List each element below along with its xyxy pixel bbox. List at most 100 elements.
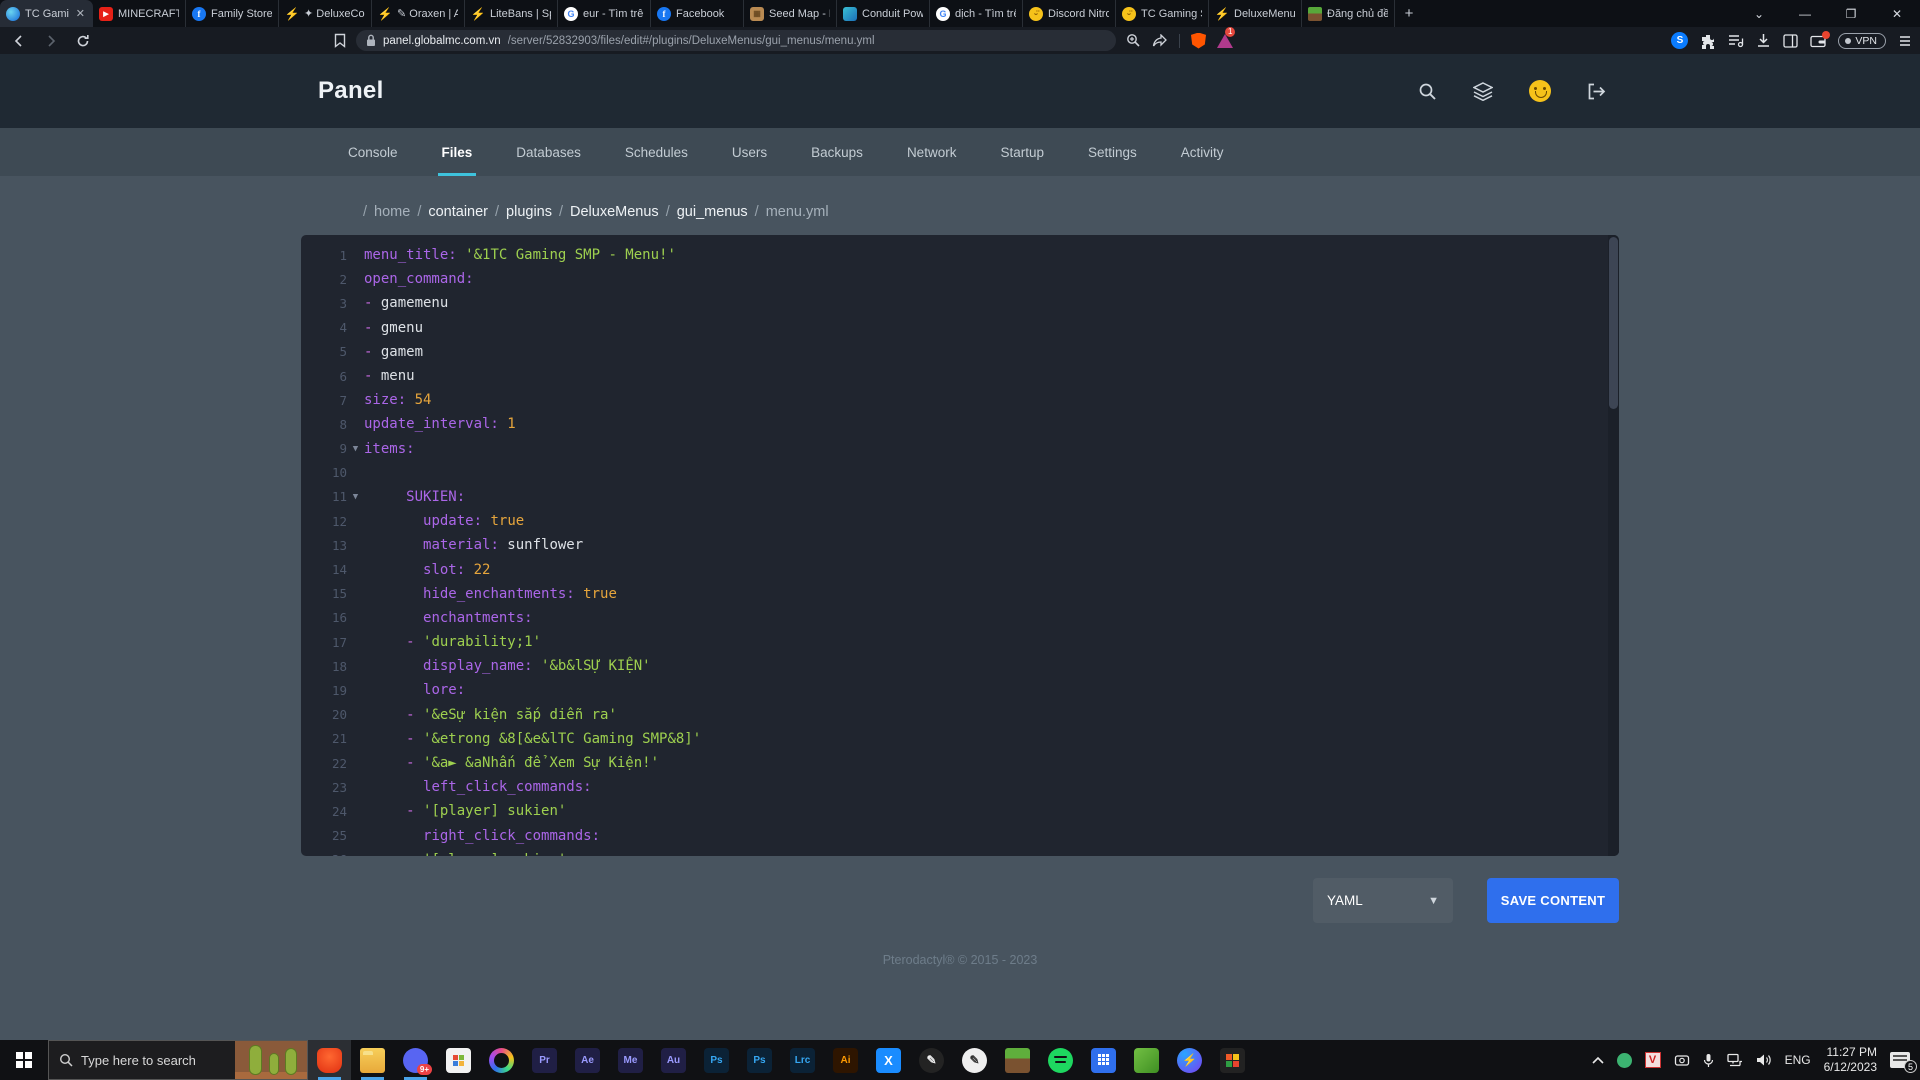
zoom-icon[interactable]	[1126, 33, 1141, 48]
nav-tab-databases[interactable]: Databases	[498, 128, 599, 176]
code-line-3[interactable]: 3 - gamemenu	[301, 291, 1619, 315]
taskbar-green-cube-app-icon[interactable]	[1125, 1040, 1168, 1080]
nav-tab-network[interactable]: Network	[889, 128, 975, 176]
taskbar-search[interactable]: Type here to search	[48, 1040, 308, 1080]
address-bar[interactable]: panel.globalmc.com.vn/server/52832903/fi…	[356, 30, 1116, 51]
tray-green-app-icon[interactable]	[1616, 1052, 1632, 1068]
panel-title[interactable]: Panel	[318, 77, 384, 105]
tray-microphone-icon[interactable]	[1703, 1053, 1714, 1068]
breadcrumb-home[interactable]: home	[374, 204, 410, 220]
nav-tab-backups[interactable]: Backups	[793, 128, 881, 176]
taskbar-file-explorer-icon[interactable]	[351, 1040, 394, 1080]
sidebar-icon[interactable]	[1783, 33, 1799, 48]
code-line-26[interactable]: 26 - '[player] sukien'	[301, 848, 1619, 856]
code-line-8[interactable]: 8 update_interval: 1	[301, 412, 1619, 436]
taskbar-photoshop-icon[interactable]: Ps	[695, 1040, 738, 1080]
tray-network-icon[interactable]	[1726, 1053, 1743, 1067]
nav-tab-files[interactable]: Files	[424, 128, 491, 176]
browser-tab[interactable]: ᵕ̈ TC Gaming Sh	[1116, 0, 1209, 27]
brave-shield-icon[interactable]	[1191, 32, 1206, 49]
maximize-button[interactable]: ❐	[1828, 0, 1874, 27]
taskbar-premiere-pro-icon[interactable]: Pr	[523, 1040, 566, 1080]
extensions-puzzle-icon[interactable]	[1700, 33, 1716, 49]
code-line-13[interactable]: 13 material: sunflower	[301, 533, 1619, 557]
nav-tab-console[interactable]: Console	[330, 128, 416, 176]
taskbar-pen-app-icon[interactable]: ✎	[953, 1040, 996, 1080]
nav-tab-schedules[interactable]: Schedules	[607, 128, 706, 176]
user-avatar[interactable]	[1529, 80, 1551, 102]
code-editor[interactable]: 1 menu_title: '&1TC Gaming SMP - Menu!' 2 o…	[301, 235, 1619, 856]
taskbar-dark-sketch-app-icon[interactable]: ✎	[910, 1040, 953, 1080]
taskbar-minecraft-launcher-icon[interactable]	[996, 1040, 1039, 1080]
fold-caret-icon[interactable]: ▼	[347, 492, 364, 502]
code-line-12[interactable]: 12 update: true	[301, 509, 1619, 533]
browser-tab[interactable]: TC Gamin ✕	[0, 0, 93, 27]
code-line-18[interactable]: 18 display_name: '&b&lSỰ KIỆN'	[301, 654, 1619, 678]
taskbar-messenger-icon[interactable]: ⚡	[1168, 1040, 1211, 1080]
back-icon[interactable]	[8, 34, 30, 48]
taskbar-photoshop-2-icon[interactable]: Ps	[738, 1040, 781, 1080]
browser-tab[interactable]: ᵕ̈ Discord Nitro	[1023, 0, 1116, 27]
scrollbar-thumb[interactable]	[1609, 237, 1618, 409]
taskbar-discord-icon[interactable]: 9+	[394, 1040, 437, 1080]
breadcrumb-plugins[interactable]: plugins	[506, 204, 552, 220]
notification-center-icon[interactable]: 5	[1890, 1052, 1917, 1073]
tray-speaker-icon[interactable]	[1756, 1053, 1772, 1067]
tray-screen-record-icon[interactable]	[1674, 1053, 1690, 1067]
forward-icon[interactable]	[40, 34, 62, 48]
breadcrumb-DeluxeMenus[interactable]: DeluxeMenus	[570, 204, 659, 220]
taskbar-spotify-icon[interactable]	[1039, 1040, 1082, 1080]
code-line-21[interactable]: 21 - '&etrong &8[&e&lTC Gaming SMP&8]'	[301, 727, 1619, 751]
breadcrumb-gui_menus[interactable]: gui_menus	[677, 204, 748, 220]
code-line-1[interactable]: 1 menu_title: '&1TC Gaming SMP - Menu!'	[301, 243, 1619, 267]
nav-tab-users[interactable]: Users	[714, 128, 785, 176]
code-line-23[interactable]: 23 left_click_commands:	[301, 775, 1619, 799]
browser-tab[interactable]: G dịch - Tìm trê	[930, 0, 1023, 27]
browser-tab[interactable]: G eur - Tìm trên	[558, 0, 651, 27]
code-line-16[interactable]: 16 enchantments:	[301, 606, 1619, 630]
server-list-layers-icon[interactable]	[1473, 81, 1493, 101]
code-line-24[interactable]: 24 - '[player] sukien'	[301, 799, 1619, 823]
tray-clock[interactable]: 11:27 PM 6/12/2023	[1824, 1045, 1877, 1075]
code-line-15[interactable]: 15 hide_enchantments: true	[301, 582, 1619, 606]
breadcrumb-container[interactable]: container	[428, 204, 488, 220]
taskbar-x-blue-app-icon[interactable]: X	[867, 1040, 910, 1080]
share-icon[interactable]	[1152, 33, 1168, 48]
tray-language-label[interactable]: ENG	[1785, 1053, 1811, 1067]
downloads-icon[interactable]	[1756, 33, 1771, 48]
taskbar-audition-icon[interactable]: Au	[652, 1040, 695, 1080]
taskbar-illustrator-icon[interactable]: Ai	[824, 1040, 867, 1080]
code-line-4[interactable]: 4 - gmenu	[301, 316, 1619, 340]
taskbar-microsoft-store-icon[interactable]	[437, 1040, 480, 1080]
browser-tab[interactable]: ▶ MINECRAFT |	[93, 0, 186, 27]
new-tab-button[interactable]: +	[1395, 0, 1423, 27]
bookmark-icon[interactable]	[334, 33, 346, 48]
tray-expand-chevron-icon[interactable]	[1592, 1056, 1604, 1064]
taskbar-lightroom-classic-icon[interactable]: Lrc	[781, 1040, 824, 1080]
taskbar-brave-browser-icon[interactable]	[308, 1040, 351, 1080]
adblock-extension-icon[interactable]: 1	[1217, 26, 1236, 48]
code-line-5[interactable]: 5 - gamem	[301, 340, 1619, 364]
tab-close-icon[interactable]: ✕	[74, 7, 87, 20]
browser-tab[interactable]: ⚡ ✎ Oraxen | A	[372, 0, 465, 27]
taskbar-media-encoder-icon[interactable]: Me	[609, 1040, 652, 1080]
save-content-button[interactable]: SAVE CONTENT	[1487, 878, 1619, 923]
logout-icon[interactable]	[1587, 83, 1606, 100]
vpn-button[interactable]: VPN	[1838, 32, 1886, 49]
browser-tab[interactable]: Đăng chủ đề |	[1302, 0, 1395, 27]
taskbar-adobe-creative-cloud-icon[interactable]	[480, 1040, 523, 1080]
code-line-6[interactable]: 6 - menu	[301, 364, 1619, 388]
code-line-22[interactable]: 22 - '&a► &aNhấn để Xem Sự Kiện!'	[301, 751, 1619, 775]
language-select[interactable]: YAML ▼	[1313, 878, 1453, 923]
code-line-14[interactable]: 14 slot: 22	[301, 557, 1619, 581]
taskbar-after-effects-icon[interactable]: Ae	[566, 1040, 609, 1080]
code-line-7[interactable]: 7 size: 54	[301, 388, 1619, 412]
code-line-10[interactable]: 10	[301, 461, 1619, 485]
nav-tab-settings[interactable]: Settings	[1070, 128, 1155, 176]
close-window-button[interactable]: ✕	[1874, 0, 1920, 27]
tray-v-app-icon[interactable]: V	[1644, 1052, 1661, 1068]
code-line-2[interactable]: 2 open_command:	[301, 267, 1619, 291]
browser-tab[interactable]: f Family Store (	[186, 0, 279, 27]
browser-tab[interactable]: ⚡ LiteBans | Spig	[465, 0, 558, 27]
wallet-icon[interactable]	[1810, 30, 1831, 48]
